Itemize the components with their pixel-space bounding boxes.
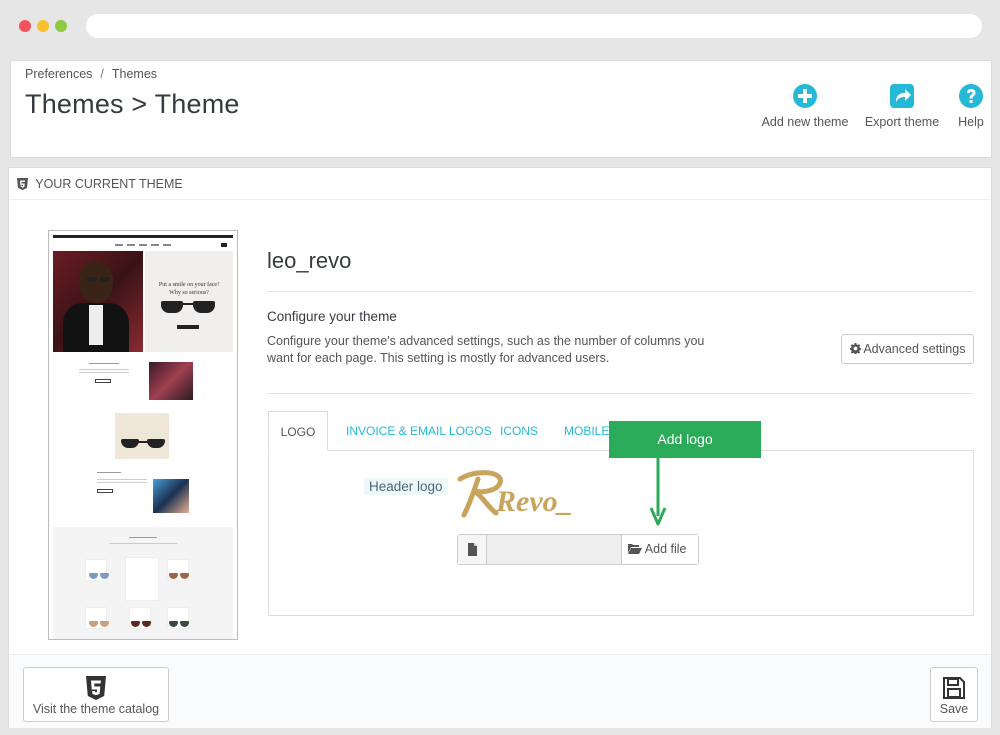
header-logo-text: Revo_ bbox=[495, 485, 573, 518]
question-circle-icon bbox=[959, 84, 983, 108]
header-logo-label: Header logo bbox=[364, 478, 448, 495]
breadcrumb-themes[interactable]: Themes bbox=[112, 67, 157, 81]
html5-icon bbox=[17, 178, 28, 190]
panel-heading-text: YOUR CURRENT THEME bbox=[35, 177, 183, 191]
help-label: Help bbox=[958, 115, 984, 129]
logo-file-input[interactable] bbox=[487, 535, 621, 564]
add-logo-annotation: Add logo bbox=[609, 421, 761, 458]
visit-theme-catalog-button[interactable]: Visit the theme catalog bbox=[23, 667, 169, 722]
folder-open-icon bbox=[628, 544, 642, 554]
add-file-button[interactable]: Add file bbox=[621, 535, 698, 564]
tab-icons[interactable]: ICONS bbox=[500, 411, 538, 451]
window-maximize-dot[interactable] bbox=[55, 20, 67, 32]
logo-tab-content: Header logo Revo_ Add file bbox=[268, 450, 974, 616]
file-icon bbox=[468, 543, 477, 556]
visit-theme-catalog-label: Visit the theme catalog bbox=[32, 702, 160, 716]
tab-logo[interactable]: LOGO bbox=[268, 411, 328, 451]
panel-footer: Visit the theme catalog Save bbox=[9, 654, 991, 728]
page-title: Themes > Theme bbox=[25, 89, 240, 119]
preview-hero-line1: Put a smile on your face! bbox=[158, 282, 220, 288]
divider bbox=[267, 291, 973, 292]
file-upload-group: Add file bbox=[457, 534, 699, 565]
breadcrumb-preferences[interactable]: Preferences bbox=[25, 67, 92, 81]
plus-circle-icon bbox=[793, 84, 817, 108]
gear-icon bbox=[849, 343, 861, 354]
advanced-settings-label: Advanced settings bbox=[863, 342, 966, 356]
current-theme-panel: YOUR CURRENT THEME Put a smile on your f… bbox=[8, 167, 992, 728]
breadcrumb-separator: / bbox=[100, 67, 104, 81]
window-minimize-dot[interactable] bbox=[37, 20, 49, 32]
configure-description: Configure your theme's advanced settings… bbox=[267, 334, 705, 365]
divider bbox=[267, 393, 973, 394]
share-icon bbox=[890, 84, 914, 108]
configure-title: Configure your theme bbox=[267, 309, 397, 324]
save-label: Save bbox=[939, 702, 969, 716]
annotation-arrow-icon bbox=[649, 458, 667, 526]
export-theme-label: Export theme bbox=[864, 115, 940, 129]
export-theme-button[interactable]: Export theme bbox=[861, 83, 943, 129]
panel-heading: YOUR CURRENT THEME bbox=[9, 168, 991, 200]
add-new-theme-button[interactable]: Add new theme bbox=[759, 83, 851, 129]
window-close-dot[interactable] bbox=[19, 20, 31, 32]
save-button[interactable]: Save bbox=[930, 667, 978, 722]
address-bar[interactable] bbox=[86, 14, 982, 38]
header-logo-image: Revo_ bbox=[457, 470, 573, 518]
preview-hero-line2: Why so serious? bbox=[169, 290, 209, 296]
breadcrumb: Preferences / Themes bbox=[25, 67, 157, 81]
tab-invoice-email-logos[interactable]: INVOICE & EMAIL LOGOS bbox=[346, 411, 492, 451]
theme-preview-image: Put a smile on your face! Why so serious? bbox=[48, 230, 238, 640]
advanced-settings-button[interactable]: Advanced settings bbox=[841, 334, 974, 364]
file-icon-box bbox=[458, 535, 487, 564]
html5-icon bbox=[86, 676, 106, 700]
add-file-label: Add file bbox=[644, 542, 687, 556]
help-button[interactable]: Help bbox=[955, 83, 987, 129]
browser-chrome bbox=[0, 0, 1000, 52]
add-new-theme-label: Add new theme bbox=[761, 115, 849, 129]
page-header: Preferences / Themes Themes > Theme Add ne… bbox=[10, 60, 992, 158]
tab-mobile[interactable]: MOBILE bbox=[564, 411, 609, 451]
floppy-disk-icon bbox=[943, 677, 965, 699]
theme-name: leo_revo bbox=[267, 248, 352, 273]
